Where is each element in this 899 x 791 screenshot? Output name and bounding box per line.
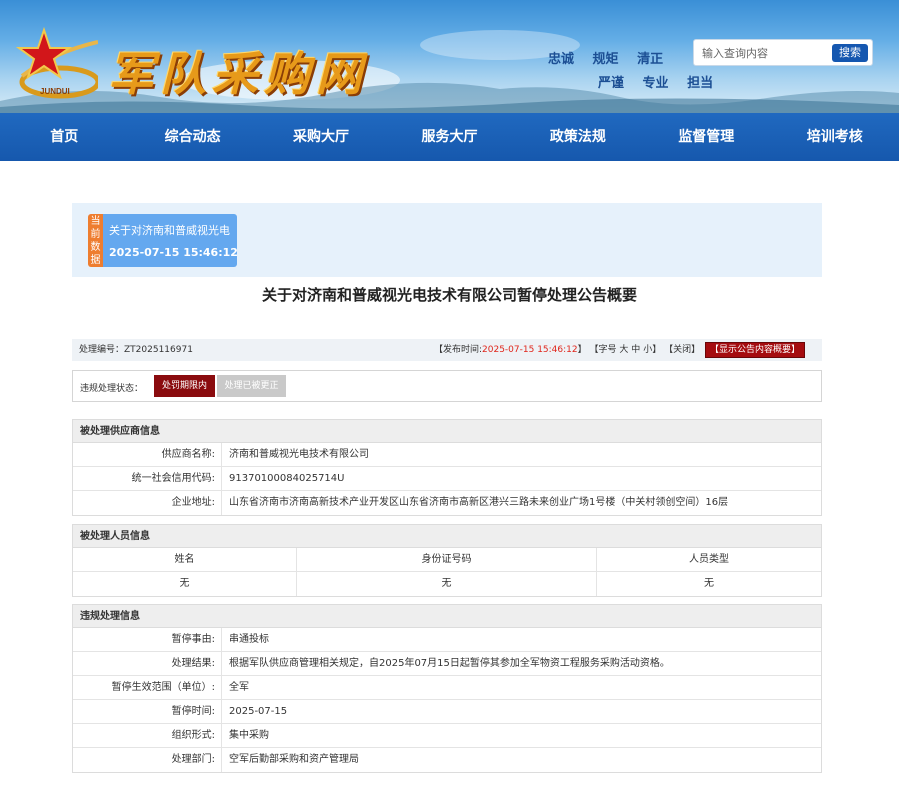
field-value: 空军后勤部采购和资产管理局 — [229, 754, 359, 765]
column-header: 姓名 — [73, 548, 297, 571]
field-label: 企业地址: — [73, 491, 222, 515]
table-cell: 无 — [297, 572, 597, 596]
nav-item-training[interactable]: 培训考核 — [771, 113, 899, 161]
field-value: 根据军队供应商管理相关规定，自2025年07月15日起暂停其参加全军物资工程服务… — [229, 658, 670, 669]
slogan: 严谨 — [598, 76, 625, 91]
page-title: 关于对济南和普威视光电技术有限公司暂停处理公告概要 — [261, 286, 637, 304]
meta-bar: 处理编号：ZT2025116971 【发布时间:2025-07-15 15:46… — [72, 339, 822, 361]
current-data-strip: 当前数据 关于对济南和普威视光电 2025-07-15 15:46:12 — [72, 203, 822, 277]
field-value: 91370100084025714U — [229, 473, 345, 484]
status-badge-active: 处罚期限内 — [154, 375, 215, 397]
font-size-medium[interactable]: 中 — [631, 345, 640, 355]
field-label: 处理部门: — [73, 748, 222, 772]
column-header: 身份证号码 — [297, 548, 597, 571]
case-code-label: 处理编号： — [79, 345, 125, 355]
field-value: 全军 — [229, 682, 249, 693]
table-row: 供应商名称: 济南和普威视光电技术有限公司 — [73, 443, 821, 467]
font-size-end: 】 — [652, 345, 662, 355]
show-summary-button[interactable]: 【显示公告内容概要】 — [704, 342, 805, 358]
table-header-row: 姓名 身份证号码 人员类型 — [73, 548, 821, 572]
status-badge-corrected: 处理已被更正 — [217, 375, 286, 397]
font-size-large[interactable]: 大 — [619, 345, 628, 355]
font-size-small[interactable]: 小 — [643, 345, 652, 355]
nav-item-news[interactable]: 综合动态 — [128, 113, 256, 161]
field-value: 山东省济南市济南高新技术产业开发区山东省济南市高新区港兴三路未来创业广场1号楼（… — [229, 497, 729, 508]
violation-section: 违规处理信息 暂停事由: 串通投标 处理结果: 根据军队供应商管理相关规定，自2… — [72, 604, 822, 773]
section-title: 违规处理信息 — [73, 605, 821, 628]
column-header: 人员类型 — [689, 554, 729, 565]
main-nav: 首页 综合动态 采购大厅 服务大厅 政策法规 监督管理 培训考核 — [0, 113, 899, 161]
table-cell: 无 — [704, 578, 714, 589]
field-value: 集中采购 — [229, 730, 269, 741]
slogan: 担当 — [687, 76, 714, 91]
meta-actions: 【发布时间:2025-07-15 15:46:12】 【字号 大 中 小】 【关… — [434, 339, 805, 361]
nav-item-supervision[interactable]: 监督管理 — [642, 113, 770, 161]
search-button[interactable]: 搜索 — [832, 44, 868, 62]
search-input[interactable] — [702, 44, 830, 62]
field-value: 2025-07-15 — [229, 706, 288, 717]
table-row: 企业地址: 山东省济南市济南高新技术产业开发区山东省济南市高新区港兴三路未来创业… — [73, 491, 821, 515]
field-label: 暂停时间: — [73, 700, 222, 723]
field-label: 暂停事由: — [73, 628, 222, 651]
violation-status: 违规处理状态： 处罚期限内 处理已被更正 — [72, 370, 822, 402]
table-cell: 无 — [73, 572, 297, 596]
table-row: 组织形式: 集中采购 — [73, 724, 821, 748]
table-row: 处理结果: 根据军队供应商管理相关规定，自2025年07月15日起暂停其参加全军… — [73, 652, 821, 676]
nav-item-home[interactable]: 首页 — [0, 113, 128, 161]
search-box: 搜索 — [693, 39, 873, 66]
slogan: 专业 — [642, 76, 669, 91]
persons-section: 被处理人员信息 姓名 身份证号码 人员类型 无 无 无 — [72, 524, 822, 597]
field-label: 暂停生效范围（单位）: — [73, 676, 222, 699]
section-title: 被处理人员信息 — [73, 525, 821, 548]
table-row: 无 无 无 — [73, 572, 821, 596]
army-emblem-icon: JUNDUI — [15, 26, 98, 99]
field-value: 串通投标 — [229, 634, 269, 645]
font-size-label: 【字号 — [589, 345, 617, 355]
case-code: 处理编号：ZT2025116971 — [79, 339, 193, 361]
publish-end: 】 — [577, 345, 587, 355]
table-row: 处理部门: 空军后勤部采购和资产管理局 — [73, 748, 821, 772]
section-title: 被处理供应商信息 — [73, 420, 821, 443]
slogan: 规矩 — [592, 52, 619, 67]
current-data-tag: 当前数据 — [88, 214, 103, 267]
table-row: 暂停生效范围（单位）: 全军 — [73, 676, 821, 700]
field-value: 济南和普威视光电技术有限公司 — [229, 449, 369, 460]
field-label: 组织形式: — [73, 724, 222, 747]
site-logo-text: 军队采购网 — [108, 47, 368, 101]
nav-item-policy[interactable]: 政策法规 — [514, 113, 642, 161]
status-label: 违规处理状态： — [80, 384, 144, 394]
publish-time: 2025-07-15 15:46:12 — [482, 345, 578, 355]
header-banner: JUNDUI 军队采购网 忠诚 规矩 清正 严谨 专业 担当 搜索 — [0, 0, 899, 113]
nav-item-procurement-hall[interactable]: 采购大厅 — [257, 113, 385, 161]
table-row: 统一社会信用代码: 91370100084025714U — [73, 467, 821, 491]
table-row: 暂停时间: 2025-07-15 — [73, 700, 821, 724]
table-row: 暂停事由: 串通投标 — [73, 628, 821, 652]
case-code-value: ZT2025116971 — [124, 345, 193, 355]
field-label: 处理结果: — [73, 652, 222, 675]
close-link[interactable]: 【关闭】 — [664, 345, 700, 355]
publish-label: 【发布时间: — [433, 345, 483, 355]
current-data-datetime: 2025-07-15 15:46:12 — [109, 246, 238, 259]
field-label: 统一社会信用代码: — [73, 467, 222, 490]
nav-item-service-hall[interactable]: 服务大厅 — [385, 113, 513, 161]
current-data-title: 关于对济南和普威视光电 — [109, 224, 230, 237]
slogan: 清正 — [637, 52, 664, 67]
current-data-card[interactable]: 关于对济南和普威视光电 2025-07-15 15:46:12 — [103, 214, 238, 267]
supplier-section: 被处理供应商信息 供应商名称: 济南和普威视光电技术有限公司 统一社会信用代码:… — [72, 419, 822, 516]
field-label: 供应商名称: — [73, 443, 222, 466]
slogan: 忠诚 — [548, 52, 575, 67]
svg-text:JUNDUI: JUNDUI — [40, 87, 70, 96]
